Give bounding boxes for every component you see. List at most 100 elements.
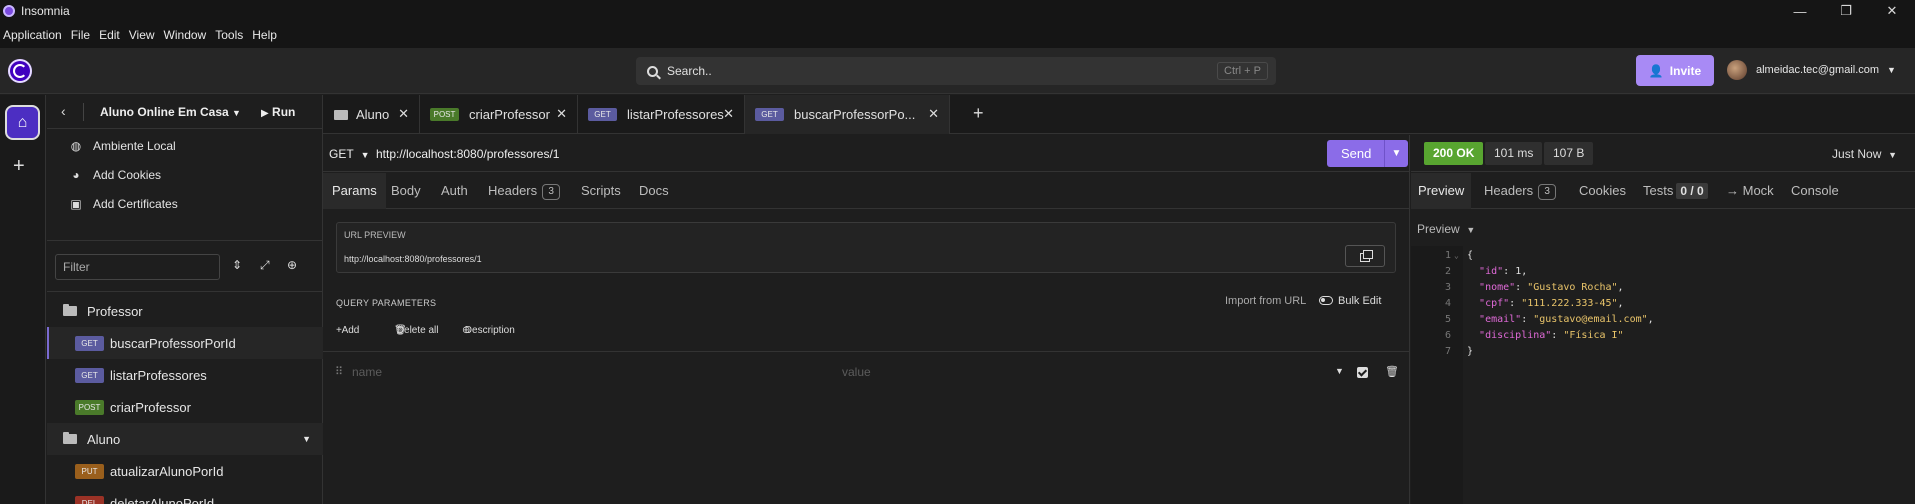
send-label: Send — [1341, 146, 1372, 161]
chevron-down-icon: ▼ — [232, 108, 241, 118]
description-toggle[interactable]: ⊖ Description — [462, 325, 515, 336]
url-preview-value: http://localhost:8080/professores/1 — [344, 254, 482, 264]
add-cookies-button[interactable]: ◕ Add Cookies — [47, 160, 323, 189]
minimize-button[interactable]: — — [1777, 0, 1823, 22]
method-badge: DEL — [75, 495, 104, 504]
preview-mode-dropdown[interactable]: Preview ▼ — [1417, 222, 1475, 236]
tab-label: listarProfessores — [627, 107, 724, 122]
tab-tests[interactable]: Tests 0 / 0 — [1643, 173, 1708, 209]
tab-auth[interactable]: Auth — [441, 173, 468, 209]
tab-label: criarProfessor — [469, 107, 550, 122]
param-name-input[interactable]: name — [352, 365, 382, 379]
close-icon[interactable]: ✕ — [928, 106, 939, 122]
insomnia-logo-icon[interactable] — [8, 59, 32, 83]
method-badge: GET — [588, 108, 617, 121]
fold-chevron-icon[interactable]: ⌄ — [1454, 248, 1459, 264]
copy-icon[interactable] — [1345, 245, 1385, 267]
home-button[interactable]: ⌂ — [5, 105, 40, 140]
tab-criarProfessor[interactable]: POST criarProfessor ✕ — [420, 95, 578, 134]
request-item-buscarProfessorPorId[interactable]: GET buscarProfessorPorId — [47, 327, 323, 359]
tab-aluno[interactable]: Aluno ✕ — [323, 95, 420, 134]
invite-button[interactable]: 👤 Invite — [1636, 55, 1714, 86]
method-label: GET — [329, 147, 354, 161]
add-param-button[interactable]: + Add — [336, 325, 359, 336]
request-item-listarProfessores[interactable]: GET listarProfessores — [47, 359, 323, 391]
url-input[interactable]: http://localhost:8080/professores/1 — [376, 147, 559, 161]
filter-input[interactable]: Filter — [55, 254, 220, 280]
folder-professor[interactable]: Professor — [47, 295, 323, 327]
tab-preview[interactable]: Preview — [1411, 173, 1472, 209]
chevron-down-icon[interactable]: ▼ — [1335, 366, 1344, 376]
tab-scripts[interactable]: Scripts — [581, 173, 621, 209]
insomnia-logo-icon — [3, 5, 15, 17]
chevron-down-icon[interactable]: ▼ — [302, 434, 311, 444]
menu-file[interactable]: File — [68, 28, 96, 42]
close-icon[interactable]: ✕ — [556, 106, 567, 122]
trash-icon[interactable]: 🗑 — [1385, 365, 1399, 378]
method-selector[interactable]: GET ▼ — [329, 147, 370, 161]
request-item-atualizarAlunoPorId[interactable]: PUT atualizarAlunoPorId — [47, 455, 323, 487]
request-item-deletarAlunoPorId[interactable]: DEL deletarAlunoPorId — [47, 487, 323, 504]
bulk-edit-toggle[interactable]: Bulk Edit — [1319, 295, 1381, 307]
add-certificates-button[interactable]: ▣ Add Certificates — [47, 189, 323, 218]
response-body-viewer[interactable]: 1 ⌄{2 "id": 1, 3 "nome": "Gustavo Rocha", 4… — [1411, 246, 1915, 504]
chevron-down-icon[interactable]: ▼ — [1384, 140, 1408, 167]
param-enabled-checkbox[interactable] — [1357, 367, 1368, 378]
param-value-input[interactable]: value — [842, 365, 871, 379]
menu-view[interactable]: View — [126, 28, 161, 42]
tab-listarProfessores[interactable]: GET listarProfessores ✕ — [578, 95, 745, 134]
code-line: 5 "email": "gustavo@email.com", — [1411, 312, 1915, 328]
tab-params[interactable]: Params — [323, 173, 386, 209]
expand-icon[interactable]: ⤢ — [260, 258, 270, 273]
import-from-url-button[interactable]: Import from URL — [1225, 295, 1306, 307]
back-button[interactable]: ‹ — [61, 103, 66, 119]
tab-buscarProfessorPorId[interactable]: GET buscarProfessorPo... ✕ — [745, 95, 950, 134]
sort-icon[interactable]: ⇕ — [232, 258, 242, 272]
tab-console[interactable]: Console — [1791, 173, 1839, 209]
tab-cookies[interactable]: Cookies — [1579, 173, 1626, 209]
tab-mock[interactable]: → Mock — [1726, 173, 1774, 209]
menu-window[interactable]: Window — [161, 28, 213, 42]
run-button[interactable]: ▶ Run — [261, 105, 295, 119]
account-menu[interactable]: almeidac.tec@gmail.com ▼ — [1727, 60, 1896, 80]
add-cookies-label: Add Cookies — [93, 167, 162, 182]
line-number: 2 — [1444, 266, 1451, 277]
drag-handle-icon[interactable]: ⠿ — [335, 365, 343, 378]
tab-docs[interactable]: Docs — [639, 173, 669, 209]
delete-all-button[interactable]: 🗑 Delete all — [394, 325, 438, 336]
menu-tools[interactable]: Tools — [212, 28, 249, 42]
add-certificates-label: Add Certificates — [93, 196, 178, 211]
folder-aluno[interactable]: Aluno ▼ — [47, 423, 323, 455]
add-circle-icon[interactable]: ⊕ — [287, 258, 297, 272]
tab-response-headers[interactable]: Headers 3 — [1484, 173, 1557, 209]
tab-headers[interactable]: Headers 3 — [488, 173, 561, 209]
method-badge: POST — [430, 108, 459, 121]
search-input[interactable]: Search.. Ctrl + P — [636, 57, 1276, 85]
send-button[interactable]: Send ▼ — [1327, 140, 1408, 167]
environment-selector[interactable]: ◍ Ambiente Local — [47, 131, 323, 160]
line-number: 6 — [1444, 330, 1451, 341]
request-item-criarProfessor[interactable]: POST criarProfessor — [47, 391, 323, 423]
chevron-down-icon: ▼ — [360, 150, 370, 160]
bulk-edit-label: Bulk Edit — [1338, 295, 1382, 307]
menu-bar: Application File Edit View Window Tools … — [0, 22, 1915, 48]
close-window-button[interactable]: ✕ — [1869, 0, 1915, 22]
code-text: { — [1467, 250, 1474, 261]
globe-icon: ◍ — [70, 138, 82, 153]
response-timestamp[interactable]: Just Now ▼ — [1832, 147, 1897, 161]
menu-edit[interactable]: Edit — [96, 28, 126, 42]
tab-body[interactable]: Body — [391, 173, 421, 209]
url-preview-caption: URL PREVIEW — [344, 230, 406, 240]
close-icon[interactable]: ✕ — [723, 106, 734, 122]
maximize-button[interactable]: ❐ — [1823, 0, 1869, 22]
folder-icon — [63, 304, 77, 316]
menu-help[interactable]: Help — [249, 28, 283, 42]
close-icon[interactable]: ✕ — [398, 106, 409, 122]
project-selector[interactable]: Aluno Online Em Casa ▼ — [100, 105, 241, 119]
new-project-button[interactable]: + — [13, 155, 25, 178]
request-pane: GET ▼ http://localhost:8080/professores/1… — [323, 135, 1410, 504]
menu-application[interactable]: Application — [0, 28, 68, 42]
code-line: 1 ⌄ { — [1411, 248, 1915, 264]
status-badge: 200 OK — [1424, 142, 1484, 165]
new-tab-button[interactable]: + — [973, 103, 984, 124]
